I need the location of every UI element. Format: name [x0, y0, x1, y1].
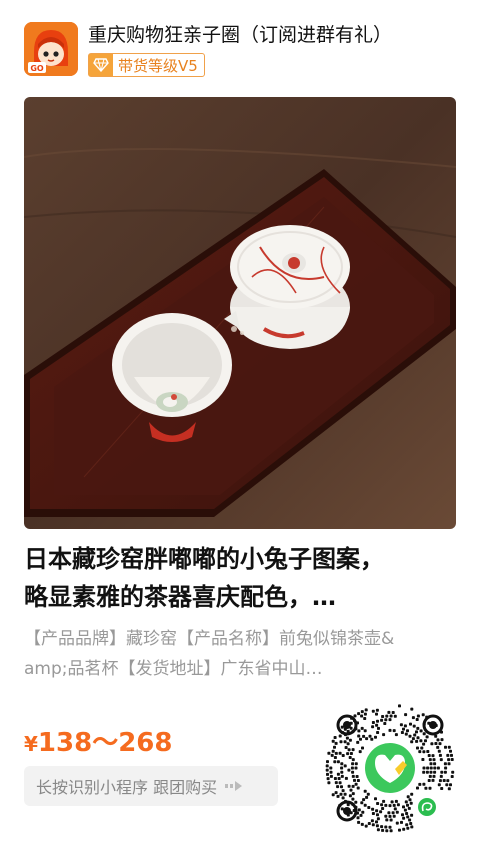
cta-label: 长按识别小程序 跟团购买 [36, 778, 218, 797]
product-description-line-1: 【产品品牌】藏珍窑【产品名称】前兔似锦茶壶& [24, 629, 395, 649]
product-title-line-2: 略显素雅的茶器喜庆配色，… [24, 583, 336, 611]
shop-header: GO 重庆购物狂亲子圈（订阅进群有礼） 带货等级V5 [24, 22, 464, 82]
currency-symbol: ¥ [24, 732, 38, 756]
qr-pattern [325, 704, 455, 833]
diamond-icon [89, 54, 113, 76]
shop-name[interactable]: 重庆购物狂亲子圈（订阅进群有礼） [88, 22, 392, 48]
avatar-illustration: GO [24, 22, 78, 76]
mini-program-icon [418, 798, 436, 816]
shop-avatar[interactable]: GO [24, 22, 78, 76]
product-image[interactable] [24, 97, 456, 529]
level-badge-label: 带货等级V5 [118, 56, 198, 75]
product-description: 【产品品牌】藏珍窑【产品名称】前兔似锦茶壶& amp;品茗杯【发货地址】广东省中… [24, 624, 464, 684]
arrow-right-icon [225, 780, 243, 792]
level-badge: 带货等级V5 [88, 53, 205, 77]
mini-program-cta[interactable]: 长按识别小程序 跟团购买 [24, 766, 278, 806]
price-range: 138～268 [37, 728, 173, 758]
teaware-photo [24, 97, 456, 529]
product-price: ¥138～268 [24, 722, 172, 759]
product-title[interactable]: 日本藏珍窑胖嘟嘟的小兔子图案， 略显素雅的茶器喜庆配色，… [24, 540, 464, 616]
mini-program-code[interactable] [325, 703, 455, 833]
avatar-text: GO [30, 64, 44, 73]
product-description-line-2: amp;品茗杯【发货地址】广东省中山… [24, 659, 323, 679]
product-title-line-1: 日本藏珍窑胖嘟嘟的小兔子图案， [24, 545, 384, 573]
